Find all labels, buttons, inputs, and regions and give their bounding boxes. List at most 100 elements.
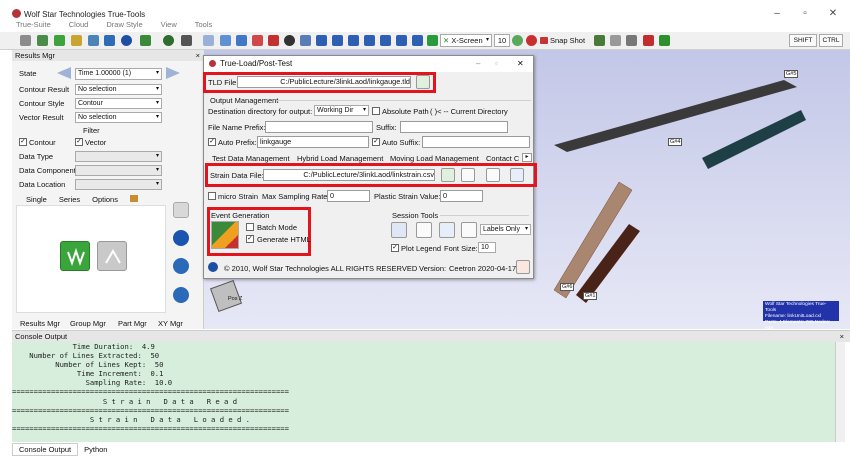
shift-key-button[interactable]: SHIFT — [789, 34, 817, 47]
absolute-path-checkbox[interactable] — [372, 107, 380, 115]
suffix-input[interactable] — [400, 121, 508, 133]
axis-view-icon[interactable] — [348, 35, 359, 46]
session-tool-icon[interactable] — [416, 222, 432, 238]
close-icon[interactable]: ✕ — [826, 8, 840, 19]
toolbar-tool-icon[interactable] — [526, 35, 537, 46]
tld-load-icon[interactable] — [416, 75, 430, 89]
strain-open-icon[interactable] — [461, 168, 475, 182]
tab-extra-icon[interactable] — [129, 195, 138, 202]
view-icon[interactable] — [268, 35, 279, 46]
view-icon[interactable] — [252, 35, 263, 46]
maximize-icon[interactable]: ▫ — [798, 8, 812, 19]
tab-options[interactable]: Options — [92, 195, 118, 204]
menu-true-suite[interactable]: True-Suite — [16, 20, 51, 29]
console-scrollbar[interactable] — [835, 342, 845, 442]
data-type-select[interactable]: ▾ — [75, 151, 162, 162]
plot-legend-checkbox[interactable]: ✓ — [391, 244, 399, 252]
generate-html-checkbox[interactable]: ✓ — [246, 235, 254, 243]
tab-group-mgr[interactable]: Group Mgr — [70, 319, 106, 328]
strain-data-file-input[interactable]: C:/PublicLecture/3linkLaod/linkstrain.cs… — [263, 169, 435, 181]
auto-suffix-input[interactable] — [422, 136, 530, 148]
axis-view-icon[interactable] — [396, 35, 407, 46]
axis-view-icon[interactable] — [316, 35, 327, 46]
copy-icon[interactable] — [173, 202, 189, 218]
tab-contact[interactable]: Contact C — [486, 154, 519, 163]
event-generation-button[interactable] — [211, 221, 239, 249]
session-tool-icon[interactable] — [391, 222, 407, 238]
play-back-button[interactable] — [97, 241, 127, 271]
axis-view-icon[interactable] — [380, 35, 391, 46]
toolbar-tool-icon[interactable] — [610, 35, 621, 46]
ctrl-key-button[interactable]: CTRL — [819, 34, 843, 47]
toolbar-tool-icon[interactable] — [659, 35, 670, 46]
tab-python[interactable]: Python — [78, 444, 113, 455]
forward-icon[interactable] — [173, 230, 189, 246]
minimize-icon[interactable]: – — [770, 8, 784, 19]
toolbar-tool-icon[interactable] — [163, 35, 174, 46]
panel-close-icon[interactable]: × — [196, 50, 200, 61]
tab-scroll-right-icon[interactable]: ▸ — [522, 153, 532, 162]
strain-split-icon[interactable] — [486, 168, 500, 182]
tab-hybrid-load-management[interactable]: Hybrid Load Management — [297, 154, 383, 163]
contour-result-select[interactable]: No selection ▾ — [75, 84, 162, 95]
axis-view-icon[interactable] — [427, 35, 438, 46]
session-tool-icon[interactable] — [439, 222, 455, 238]
vector-checkbox[interactable]: ✓ — [75, 138, 83, 146]
plastic-strain-input[interactable]: 0 — [440, 190, 483, 202]
micro-strain-checkbox[interactable] — [208, 192, 216, 200]
strain-load-icon[interactable] — [441, 168, 455, 182]
axis-view-icon[interactable] — [412, 35, 423, 46]
dialog-minimize-icon[interactable]: – — [476, 56, 480, 72]
view-icon[interactable] — [220, 35, 231, 46]
reload-icon[interactable] — [173, 287, 189, 303]
batch-mode-checkbox[interactable] — [246, 223, 254, 231]
toolbar-tool-icon[interactable] — [140, 35, 151, 46]
axis-view-icon[interactable] — [332, 35, 343, 46]
toolbar-tool-icon[interactable] — [104, 35, 115, 46]
font-size-select[interactable]: 10 — [478, 242, 496, 253]
toolbar-tool-icon[interactable] — [643, 35, 654, 46]
file-name-prefix-input[interactable] — [265, 121, 373, 133]
tab-part-mgr[interactable]: Part Mgr — [118, 319, 147, 328]
data-location-select[interactable]: ▾ — [75, 179, 162, 190]
tab-xy-mgr[interactable]: XY Mgr — [158, 319, 183, 328]
toolbar-tool-icon[interactable] — [54, 35, 65, 46]
view-icon[interactable] — [284, 35, 295, 46]
dialog-close-icon[interactable]: ✕ — [517, 56, 524, 72]
console-output[interactable]: Time Duration: 4.9 Number of Lines Extra… — [12, 342, 835, 442]
tab-moving-load-management[interactable]: Moving Load Management — [390, 154, 479, 163]
max-sampling-rate-input[interactable]: 0 — [327, 190, 370, 202]
menu-view[interactable]: View — [161, 20, 177, 29]
menu-draw-style[interactable]: Draw Style — [106, 20, 142, 29]
settings-icon[interactable] — [516, 260, 530, 274]
state-select[interactable]: Time 1.00000 (1) ▾ — [75, 68, 162, 80]
toolbar-tool-icon[interactable] — [71, 35, 82, 46]
help-icon[interactable] — [121, 35, 132, 46]
snapshot-button[interactable]: Snap Shot — [540, 34, 588, 47]
toolbar-tool-icon[interactable] — [20, 35, 31, 46]
tab-console-output[interactable]: Console Output — [12, 443, 79, 456]
auto-prefix-input[interactable]: linkgauge — [257, 136, 369, 148]
xscreen-select[interactable]: ✕ X-Screen ▾ — [440, 34, 492, 47]
data-component-select[interactable]: ▾ — [75, 165, 162, 176]
menu-cloud[interactable]: Cloud — [69, 20, 89, 29]
destination-select[interactable]: Working Dir ▾ — [314, 105, 369, 116]
view-icon[interactable] — [236, 35, 247, 46]
labels-mode-select[interactable]: Labels Only ▾ — [480, 224, 531, 235]
view-icon[interactable] — [203, 35, 214, 46]
info-icon[interactable] — [208, 262, 218, 272]
contour-checkbox[interactable]: ✓ — [19, 138, 27, 146]
session-tool-icon[interactable] — [461, 222, 477, 238]
tab-results-mgr[interactable]: Results Mgr — [20, 319, 60, 328]
auto-suffix-checkbox[interactable]: ✓ — [372, 138, 380, 146]
zoom-input[interactable]: 10 — [494, 34, 510, 47]
play-forward-button[interactable] — [60, 241, 90, 271]
tab-series[interactable]: Series — [59, 195, 80, 204]
view-icon[interactable] — [300, 35, 311, 46]
strain-axis-icon[interactable] — [510, 168, 524, 182]
menu-tools[interactable]: Tools — [195, 20, 213, 29]
toolbar-tool-icon[interactable] — [512, 35, 523, 46]
toolbar-tool-icon[interactable] — [181, 35, 192, 46]
toolbar-tool-icon[interactable] — [626, 35, 637, 46]
toolbar-tool-icon[interactable] — [88, 35, 99, 46]
